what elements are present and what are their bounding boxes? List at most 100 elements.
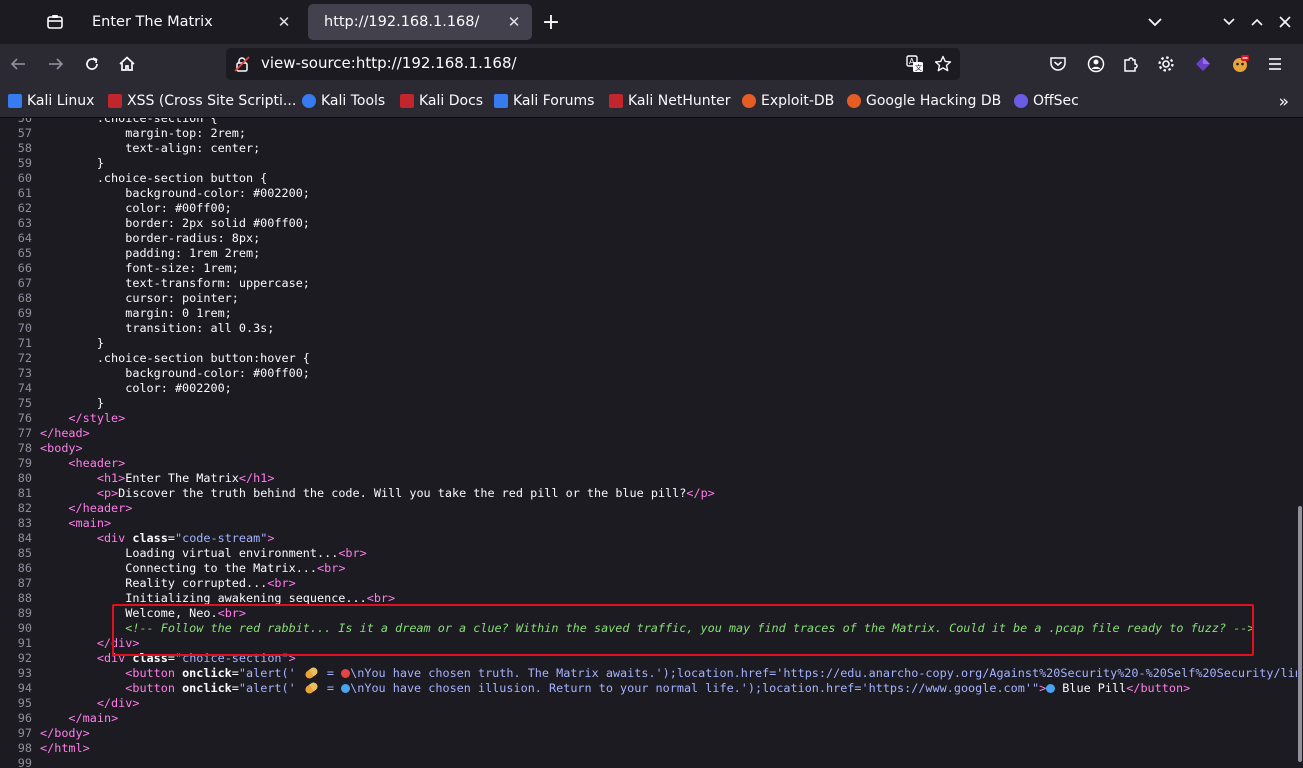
source-line: 68 cursor: pointer;	[0, 291, 1297, 306]
close-icon	[1279, 16, 1291, 28]
navigation-toolbar: view-source:http://192.168.1.168/ A文	[0, 44, 1303, 84]
text-content: Welcome, Neo.	[125, 606, 218, 620]
source-line: 75 }	[0, 396, 1297, 411]
text-content: cursor: pointer;	[125, 291, 239, 305]
tag-bracket: <	[96, 651, 104, 665]
line-number: 56	[17, 118, 32, 125]
tag-name: html	[54, 741, 83, 755]
line-code: Initializing awakening sequence...<br>	[40, 591, 395, 606]
extensions-button[interactable]	[1117, 50, 1145, 78]
bookmark-offsec[interactable]: OffSec	[1014, 92, 1079, 110]
line-number: 81	[17, 486, 32, 500]
bookmark-kali-docs[interactable]: Kali Docs	[400, 92, 483, 110]
translate-icon[interactable]: A文	[906, 55, 924, 73]
pocket-button[interactable]	[1044, 50, 1072, 78]
line-number: 66	[17, 261, 32, 275]
source-line: 64 border-radius: 8px;	[0, 231, 1297, 246]
forward-button[interactable]	[42, 50, 70, 78]
extension-fox-icon	[1233, 55, 1249, 72]
source-line: 67 text-transform: uppercase;	[0, 276, 1297, 291]
back-button[interactable]	[4, 50, 32, 78]
source-line: 92 <div class="choice-section">	[0, 651, 1297, 666]
kali-nethunter-icon	[609, 94, 623, 108]
scrollbar-thumb[interactable]	[1298, 506, 1302, 762]
source-line: 98 </html>	[0, 741, 1297, 756]
bookmark-kali-forums[interactable]: Kali Forums	[494, 92, 594, 110]
source-line: 69 margin: 0 1rem;	[0, 306, 1297, 321]
line-code: color: #00ff00;	[40, 201, 232, 216]
source-line: 78 <body>	[0, 441, 1297, 456]
tab-enter-the-matrix[interactable]: Enter The Matrix ✕	[76, 4, 302, 40]
page-source-view[interactable]: 56 .choice-section {57 margin-top: 2rem;…	[0, 118, 1297, 768]
line-number: 80	[17, 471, 32, 485]
maximize-icon	[1251, 18, 1263, 26]
bookmark-kali-tools[interactable]: Kali Tools	[302, 92, 385, 110]
minimize-button[interactable]	[1218, 11, 1240, 33]
extension-fox-button[interactable]	[1226, 50, 1254, 78]
tag-bracket: <	[96, 531, 104, 545]
tab-view-source[interactable]: http://192.168.1.168/ ✕	[308, 4, 532, 40]
tag-bracket: >	[267, 531, 275, 545]
line-code: <button onclick="alert(' = \nYou have ch…	[125, 680, 1191, 696]
source-line: 58 text-align: center;	[0, 141, 1297, 156]
attr-value: "alert('	[238, 681, 303, 695]
blue-circle-emoji-icon	[341, 684, 351, 693]
url-text[interactable]: view-source:http://192.168.1.168/	[261, 54, 517, 72]
bookmark-kali-nethunter[interactable]: Kali NetHunter	[609, 92, 730, 110]
insecure-lock-icon[interactable]	[234, 56, 250, 72]
tag-bracket: <	[366, 591, 374, 605]
text-content: }	[96, 156, 104, 170]
source-line: 90 <!-- Follow the red rabbit... Is it a…	[0, 621, 1297, 636]
list-all-tabs-button[interactable]	[1144, 11, 1166, 33]
line-number: 73	[17, 366, 32, 380]
settings-button[interactable]	[1152, 50, 1180, 78]
source-line: 70 transition: all 0.3s;	[0, 321, 1297, 336]
window-close-button[interactable]	[1274, 11, 1296, 33]
url-bar[interactable]: view-source:http://192.168.1.168/ A文	[226, 48, 960, 80]
bookmark-google-hacking-db[interactable]: Google Hacking DB	[847, 92, 1001, 110]
source-line: 66 font-size: 1rem;	[0, 261, 1297, 276]
tag-name: br	[274, 576, 289, 590]
close-icon[interactable]: ✕	[506, 13, 522, 31]
pill-emoji-icon	[303, 665, 319, 681]
extension-purple-button[interactable]	[1189, 50, 1217, 78]
tag-name: div	[111, 696, 133, 710]
svg-text:文: 文	[915, 63, 922, 72]
text-content: background-color: #00ff00;	[125, 366, 310, 380]
line-code: </head>	[40, 426, 90, 441]
line-number: 97	[17, 726, 32, 740]
tag-bracket: </	[40, 426, 55, 440]
attr-value: "alert('	[238, 666, 303, 680]
close-icon[interactable]: ✕	[276, 13, 292, 31]
line-number: 83	[17, 516, 32, 530]
line-code: background-color: #00ff00;	[40, 366, 310, 381]
line-code: </html>	[40, 741, 90, 756]
line-code: font-size: 1rem;	[40, 261, 239, 276]
line-code: text-transform: uppercase;	[40, 276, 310, 291]
source-line: 89 Welcome, Neo.<br>	[0, 606, 1297, 621]
reload-button[interactable]	[78, 50, 106, 78]
source-line: 88 Initializing awakening sequence...<br…	[0, 591, 1297, 606]
line-number: 72	[17, 351, 32, 365]
account-button[interactable]	[1082, 50, 1110, 78]
source-line: 59 }	[0, 156, 1297, 171]
source-line: 73 background-color: #00ff00;	[0, 366, 1297, 381]
line-number: 59	[17, 156, 32, 170]
text-content: color: #002200;	[125, 381, 232, 395]
source-line: 61 background-color: #002200;	[0, 186, 1297, 201]
more-bookmarks-icon[interactable]: »	[1279, 92, 1289, 112]
home-button[interactable]	[113, 50, 141, 78]
line-number: 65	[17, 246, 32, 260]
bookmark-xss[interactable]: XSS (Cross Site Scripti...	[108, 92, 296, 110]
text-content: .choice-section button:hover {	[96, 351, 310, 365]
source-line: 74 color: #002200;	[0, 381, 1297, 396]
bookmark-exploit-db[interactable]: Exploit-DB	[742, 92, 834, 110]
bookmark-kali-linux[interactable]: Kali Linux	[8, 92, 94, 110]
text-content: .choice-section {	[96, 118, 218, 125]
line-code: </div>	[40, 696, 140, 711]
app-menu-button[interactable]	[1261, 50, 1289, 78]
bookmark-star-icon[interactable]	[934, 55, 952, 73]
new-tab-button[interactable]: +	[538, 9, 564, 35]
firefox-view-button[interactable]	[40, 8, 70, 36]
maximize-button[interactable]	[1246, 11, 1268, 33]
